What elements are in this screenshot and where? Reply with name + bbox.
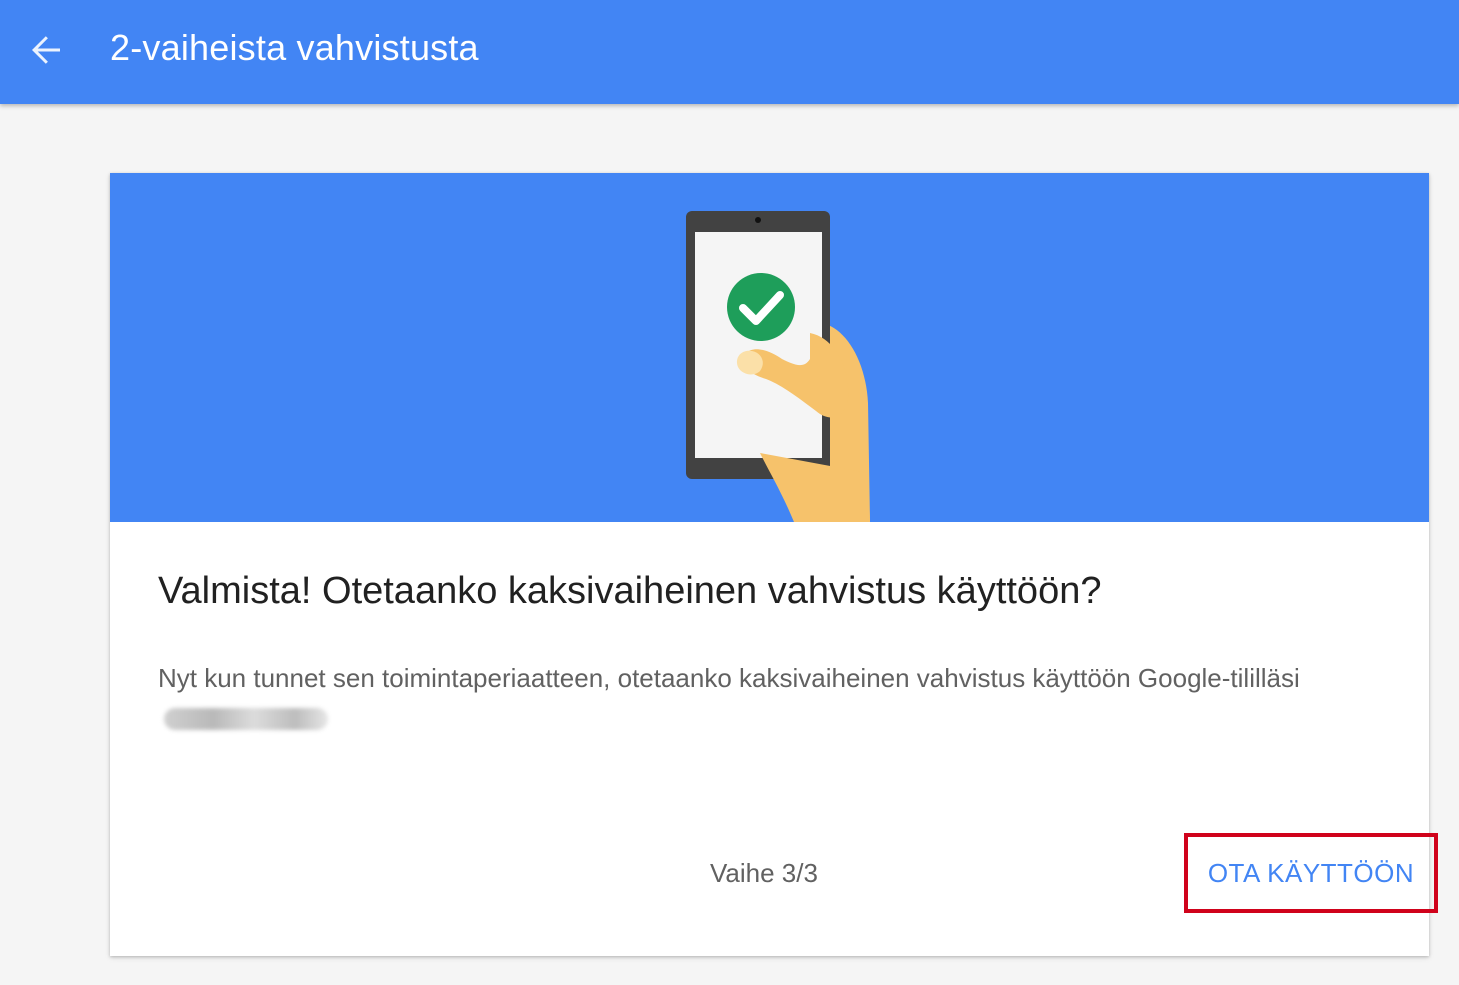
back-button[interactable] [24, 28, 68, 72]
page-title: 2-vaiheista vahvistusta [110, 27, 479, 68]
phone-camera [755, 217, 761, 223]
step-indicator: Vaihe 3/3 [710, 858, 818, 888]
redacted-account-email [164, 708, 328, 731]
arrow-left-icon [32, 36, 60, 64]
check-circle-icon [727, 273, 795, 341]
phone-screen [695, 232, 822, 458]
enable-button[interactable]: OTA KÄYTTÖÖN [1184, 833, 1438, 913]
enable-button-label: OTA KÄYTTÖÖN [1207, 857, 1415, 888]
phone-checkmark-illustration [686, 211, 870, 522]
description-text: Nyt kun tunnet sen toimintaperiaatteen, … [158, 663, 1300, 693]
hero-banner [110, 173, 1429, 522]
card-title: Valmista! Otetaanko kaksivaiheinen vahvi… [158, 570, 1102, 612]
card-description: Nyt kun tunnet sen toimintaperiaatteen, … [158, 659, 1338, 737]
setup-card: Valmista! Otetaanko kaksivaiheinen vahvi… [110, 173, 1438, 956]
app-header: 2-vaiheista vahvistusta [0, 0, 1459, 104]
